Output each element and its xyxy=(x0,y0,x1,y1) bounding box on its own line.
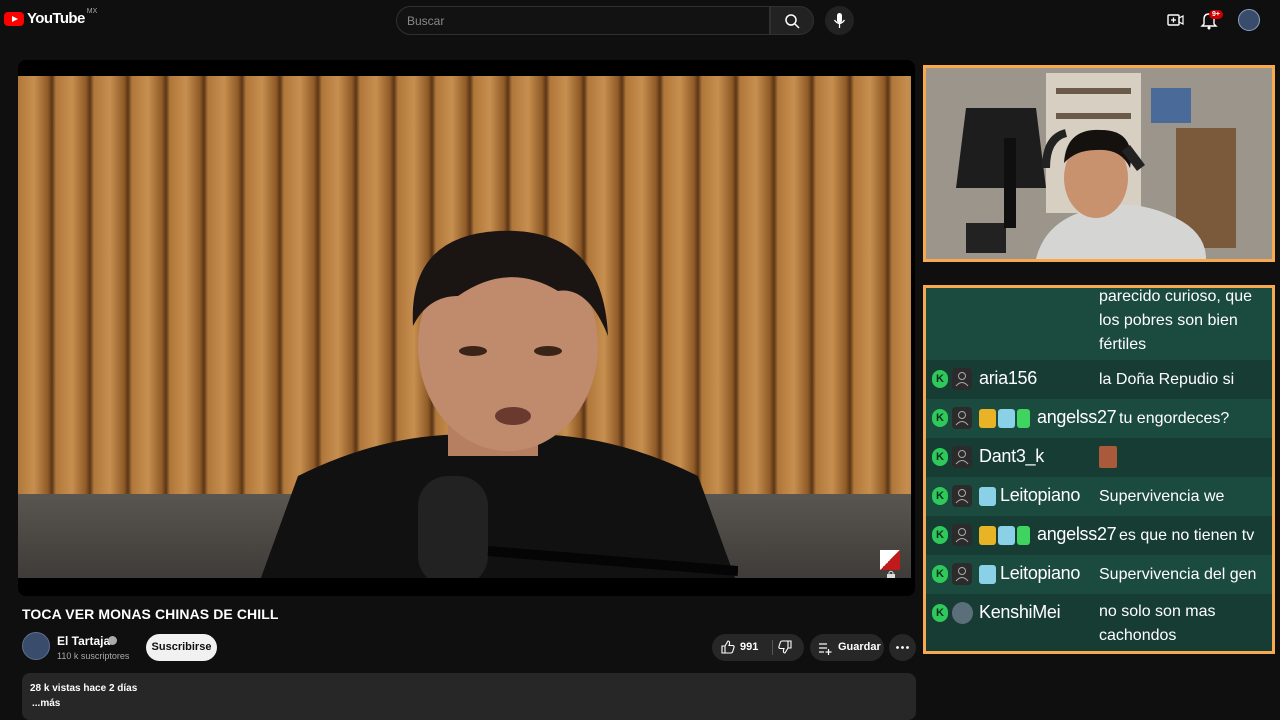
like-count: 991 xyxy=(740,641,759,653)
chat-username: Dant3_k xyxy=(979,446,1044,466)
chat-badges xyxy=(979,487,996,506)
chat-row: K angelss27 es que no tienen tv xyxy=(926,516,1272,555)
channel-name[interactable]: El Tartaja xyxy=(57,634,110,648)
chat-row: K KenshiMei no solo son mas cachondos xyxy=(926,594,1272,651)
chat-message: es que no tienen tv xyxy=(1119,527,1255,544)
subscriber-badge-icon xyxy=(998,409,1015,428)
search-input[interactable] xyxy=(397,7,769,34)
account-avatar[interactable] xyxy=(1238,9,1260,31)
video-frame xyxy=(18,76,911,578)
logo-text: YouTube xyxy=(27,10,85,27)
voice-search-button[interactable] xyxy=(825,6,854,35)
kick-badge-icon: K xyxy=(932,526,948,544)
person-figure xyxy=(260,230,738,578)
kick-badge-icon: K xyxy=(932,409,948,427)
region-code: MX xyxy=(86,8,98,15)
chat-overlay: parecido curioso, que los pobres son bie… xyxy=(923,285,1275,654)
kick-badge-icon: K xyxy=(932,565,948,583)
create-button[interactable] xyxy=(1164,9,1186,31)
chat-message: Supervivencia we xyxy=(1099,488,1225,505)
create-video-icon xyxy=(1167,14,1184,26)
chat-message: la Doña Repudio si xyxy=(1099,371,1235,388)
more-actions-button[interactable] xyxy=(889,634,916,661)
save-label: Guardar xyxy=(838,641,881,653)
chat-message-text: parecido curioso, que los pobres son bie… xyxy=(1099,288,1252,353)
dislike-icon[interactable] xyxy=(778,640,792,654)
user-icon xyxy=(952,485,972,507)
chat-username: Leitopiano xyxy=(1000,563,1081,583)
chat-username: Leitopiano xyxy=(1000,485,1081,505)
video-title: TOCA VER MONAS CHINAS DE CHILL xyxy=(22,606,279,622)
description-box[interactable]: 28 k vistas hace 2 días ...más xyxy=(22,673,916,720)
chat-row: K Dant3_k xyxy=(926,438,1272,477)
verified-icon xyxy=(108,636,117,645)
search-button[interactable] xyxy=(770,6,814,35)
user-icon xyxy=(952,407,972,429)
kick-badge-icon: K xyxy=(932,604,948,622)
add-to-playlist-icon xyxy=(819,643,832,655)
user-icon xyxy=(952,524,972,546)
more-horizontal-icon xyxy=(896,646,909,649)
webcam-scene xyxy=(926,68,1272,259)
chat-username: angelss27 xyxy=(1037,407,1117,427)
views-and-date: 28 k vistas hace 2 días xyxy=(30,683,138,694)
youtube-play-icon xyxy=(4,11,24,26)
chat-badges xyxy=(979,526,1030,545)
top-bar: YouTube MX 9+ xyxy=(0,0,1280,42)
subscriber-badge-icon xyxy=(998,526,1015,545)
search-box xyxy=(396,6,770,35)
webcam-overlay xyxy=(923,65,1275,262)
subscriber-badge-icon xyxy=(979,565,996,584)
search-icon xyxy=(785,14,800,29)
kick-badge-icon: K xyxy=(932,487,948,505)
chat-message-top: parecido curioso, que los pobres son bie… xyxy=(926,288,1272,360)
crown-badge-icon xyxy=(979,526,996,545)
divider xyxy=(772,640,773,655)
chat-message: Supervivencia del gen xyxy=(1099,566,1257,583)
emote-icon xyxy=(1099,446,1117,468)
youtube-logo[interactable]: YouTube MX xyxy=(4,8,98,27)
gift-badge-icon xyxy=(1017,526,1030,545)
chat-row: K Leitopiano Supervivencia del gen xyxy=(926,555,1272,594)
crown-badge-icon xyxy=(979,409,996,428)
chat-badges xyxy=(979,565,996,584)
chat-username: aria156 xyxy=(979,368,1037,388)
save-button[interactable]: Guardar xyxy=(810,634,884,661)
lock-icon xyxy=(887,570,895,578)
video-player[interactable] xyxy=(18,60,915,596)
notification-badge: 9+ xyxy=(1209,10,1223,19)
like-dislike-group: 991 xyxy=(712,634,804,661)
chat-row: K Leitopiano Supervivencia we xyxy=(926,477,1272,516)
mic-icon xyxy=(833,13,846,28)
chat-message: no solo son mas cachondos xyxy=(1099,603,1216,644)
subscriber-count: 110 k suscriptores xyxy=(57,651,130,661)
channel-avatar[interactable] xyxy=(22,632,50,660)
user-icon xyxy=(952,563,972,585)
chat-row: K angelss27 tu engordeces? xyxy=(926,399,1272,438)
chat-message: tu engordeces? xyxy=(1119,410,1230,427)
user-avatar xyxy=(952,602,973,624)
chat-username: KenshiMei xyxy=(979,602,1061,622)
kick-badge-icon: K xyxy=(932,370,948,388)
user-icon xyxy=(952,446,972,468)
chat-row: K aria156 la Doña Repudio si xyxy=(926,360,1272,399)
user-icon xyxy=(952,368,972,390)
subscribe-button[interactable]: Suscribirse xyxy=(146,634,217,661)
chat-username: angelss27 xyxy=(1037,524,1117,544)
subscriber-badge-icon xyxy=(979,487,996,506)
kick-badge-icon: K xyxy=(932,448,948,466)
chat-badges xyxy=(979,409,1030,428)
show-more-link[interactable]: ...más xyxy=(32,698,60,709)
gift-badge-icon xyxy=(1017,409,1030,428)
like-icon[interactable] xyxy=(721,640,735,654)
channel-watermark[interactable] xyxy=(880,550,900,570)
